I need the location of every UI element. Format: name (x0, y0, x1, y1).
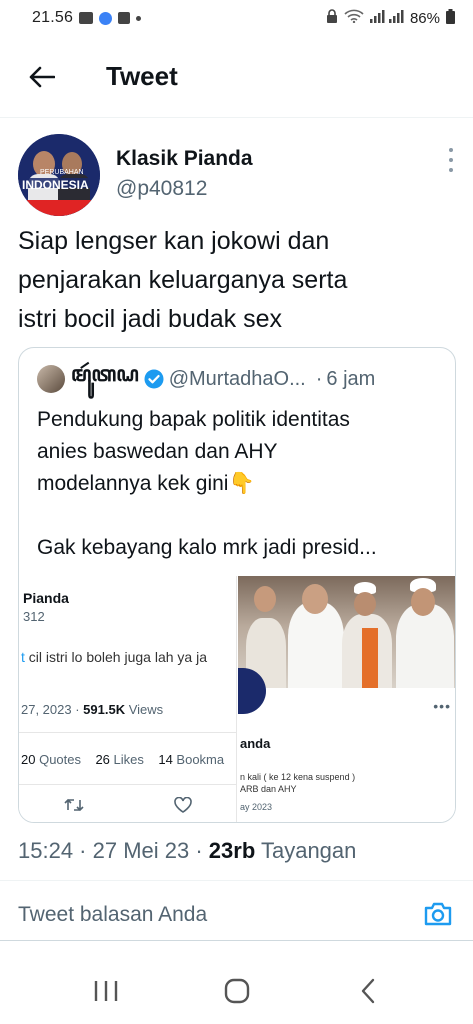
quoted-time: 6 jam (326, 367, 376, 390)
tweet-text-line: penjarakan keluarganya serta (18, 266, 348, 294)
quoted-author-avatar (37, 365, 65, 393)
media-screenshot-right[interactable]: ••• anda n kali ( ke 12 kena suspend ) A… (238, 576, 455, 822)
more-notifications-dot-icon (136, 15, 142, 21)
divider (0, 880, 473, 881)
person-shape (288, 602, 344, 688)
home-button[interactable] (207, 971, 267, 1011)
media-screenshot-left[interactable]: Pianda 312 t cil istri lo boleh juga lah… (19, 576, 237, 822)
screenshot-date-text: 27, 2023 · (21, 702, 84, 717)
screenshot-author-name: Pianda (23, 590, 69, 606)
author-handle[interactable]: @p40812 (116, 177, 207, 201)
quoted-tweet[interactable]: ꦩꦸꦂꦠꦝ @MurtadhaO... · 6 jam Pendukung ba… (18, 347, 456, 823)
home-icon (224, 978, 249, 1004)
screenshot-actions (19, 797, 236, 813)
tweet-meta: 15:24 · 27 Mei 23 · 23rb Tayangan (18, 838, 356, 864)
quoted-media[interactable]: Pianda 312 t cil istri lo boleh juga lah… (19, 576, 455, 822)
person-head (354, 592, 376, 616)
orange-scarf (362, 628, 378, 688)
stat-count: 20 (21, 752, 36, 767)
more-dots-icon: ••• (433, 698, 451, 714)
quoted-tweet-text: Pendukung bapak politik identitas anies … (37, 404, 447, 564)
stat-count: 14 (158, 752, 173, 767)
stat-label: Likes (109, 752, 144, 767)
page-title: Tweet (106, 61, 178, 91)
tweet-timestamp: 15:24 · 27 Mei 23 · (18, 838, 209, 863)
status-left: 21.56 (32, 9, 142, 27)
heart-icon (174, 797, 192, 813)
recent-apps-icon (94, 981, 117, 1001)
person-head (411, 588, 435, 616)
arrow-left-icon (29, 66, 55, 87)
screenshot-views-count: 591.5K (83, 702, 126, 717)
wifi-icon (344, 9, 364, 27)
quoted-text-line (37, 500, 447, 532)
author-name[interactable]: Klasik Pianda (116, 147, 253, 171)
avatar-text-top: PERUBAHAN (40, 169, 84, 176)
reply-composer: Tweet balasan Anda (0, 895, 473, 941)
screenshot-author-handle: 312 (23, 609, 45, 624)
screenshot-date: ay 2023 (240, 802, 273, 812)
tweet-text: Siap lengser kan jokowi dan penjarakan k… (18, 222, 458, 339)
facebook-notification-icon (118, 12, 131, 24)
status-right: 86% (326, 8, 455, 28)
screenshot-text-line: ARB dan AHY (240, 784, 297, 794)
more-dot-icon (449, 168, 453, 172)
retweet-icon (64, 798, 84, 812)
battery-icon (446, 8, 455, 28)
stat-label: Bookma (172, 752, 225, 767)
gallery-notification-icon (79, 12, 94, 24)
battery-percent: 86% (409, 9, 440, 27)
status-time: 21.56 (32, 9, 74, 26)
signal-icon (369, 9, 404, 27)
quoted-tweet-header: ꦩꦸꦂꦠꦝ @MurtadhaO... · 6 jam (37, 363, 376, 394)
divider (19, 784, 236, 785)
divider (19, 732, 236, 733)
avatar-text-main: INDONESIA (22, 178, 89, 192)
person-head (254, 586, 276, 612)
tweet-text-line: istri bocil jadi budak sex (18, 305, 283, 333)
app-notification-icon (99, 11, 113, 25)
lock-icon (326, 9, 338, 27)
tweet-text-line: Siap lengser kan jokowi dan (18, 227, 330, 255)
stat-count: 26 (95, 752, 110, 767)
more-dot-icon (449, 158, 453, 162)
screenshot-author-name: anda (240, 736, 271, 751)
status-bar: 21.56 86% (0, 0, 473, 36)
back-button[interactable] (22, 57, 62, 97)
views-count[interactable]: 23rb (209, 838, 255, 863)
quoted-author-name: ꦩꦸꦂꦠꦝ (71, 362, 139, 386)
reply-input[interactable]: Tweet balasan Anda (18, 903, 207, 927)
quoted-text-line: anies baswedan dan AHY (37, 440, 278, 463)
views-label: Tayangan (255, 838, 357, 863)
quoted-text-line: Gak kebayang kalo mrk jadi presid... (37, 536, 377, 559)
screenshot-text-line: n kali ( ke 12 kena suspend ) (240, 772, 356, 782)
more-options-button[interactable] (444, 148, 458, 172)
more-dot-icon (449, 148, 453, 152)
stat-label: Quotes (35, 752, 81, 767)
header: Tweet (0, 36, 473, 118)
verified-badge-icon (144, 369, 164, 389)
screenshot-tweet-text: t cil istri lo boleh juga lah ya ja (21, 649, 207, 665)
author-avatar[interactable]: PERUBAHAN INDONESIA (18, 134, 100, 216)
system-nav-bar (0, 958, 473, 1024)
person-shape (396, 604, 454, 688)
crowd-photo (238, 576, 455, 688)
person-head (302, 584, 328, 614)
quoted-text-line: modelannya kek gini👇 (37, 472, 255, 495)
system-back-button[interactable] (338, 971, 398, 1011)
screenshot-views-label: Views (125, 702, 164, 717)
quoted-text-line: Pendukung bapak politik identitas (37, 408, 350, 431)
screenshot-stats: 20 Quotes 26 Likes 14 Bookma (21, 752, 224, 767)
recent-apps-button[interactable] (76, 971, 136, 1011)
tweet-author: PERUBAHAN INDONESIA Klasik Pianda @p4081… (18, 134, 458, 216)
quoted-author-handle: @MurtadhaO... (168, 367, 306, 390)
chevron-left-icon (361, 978, 374, 1004)
dot-separator: · (315, 367, 323, 390)
screenshot-text: cil istri lo boleh juga lah ya ja (24, 649, 207, 665)
screenshot-date: 27, 2023 · 591.5K Views (21, 702, 163, 717)
camera-icon[interactable] (423, 901, 453, 927)
